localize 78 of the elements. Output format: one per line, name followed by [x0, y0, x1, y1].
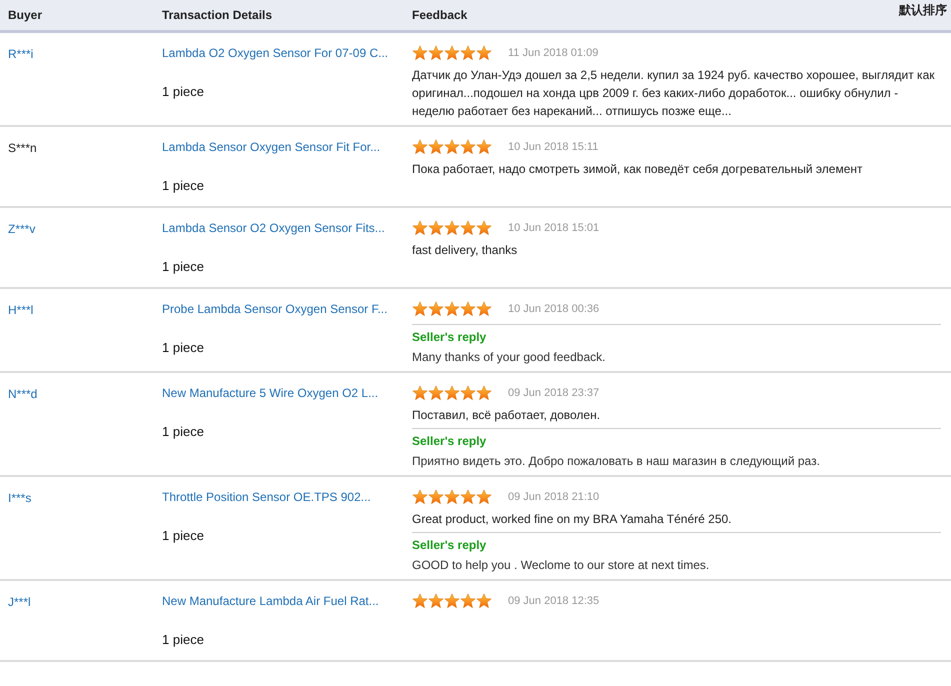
star-icon: [460, 593, 476, 609]
feedback-comment: Пока работает, надо смотреть зимой, как поведёт себя догревательный элемент: [412, 161, 864, 178]
buyer-name: S***n: [8, 141, 37, 155]
star-icon: [444, 139, 460, 155]
quantity-text: 1 piece: [162, 178, 204, 193]
feedback-comment: Great product, worked fine on my BRA Yamaha Ténéré 250.: [412, 511, 733, 528]
column-header: Feedback: [412, 8, 468, 22]
star-icon: [428, 139, 444, 155]
star-icon: [444, 489, 460, 505]
feedback-comment: Датчик до Улан-Удэ дошел за 2,5 недели. купил за 1924 руб. качество хорошее, выглядит как оригинал...подошел на хонда црв 2009 г. без каких-либо доработок... ошибку обнулил - неделю работает без нареканий... отпишусь позже еще...: [412, 67, 936, 120]
product-link[interactable]: New Manufacture 5 Wire Oxygen O2 L...: [162, 386, 378, 400]
buyer-name-link[interactable]: N***d: [8, 387, 38, 401]
feedback-date: 10 Jun 2018 15:01: [508, 222, 600, 234]
sort-link[interactable]: 默认排序: [899, 2, 947, 19]
product-link[interactable]: Lambda O2 Oxygen Sensor For 07-09 C...: [162, 46, 388, 60]
star-icon: [460, 139, 476, 155]
product-link[interactable]: Lambda Sensor Oxygen Sensor Fit For...: [162, 140, 380, 154]
product-link[interactable]: Lambda Sensor O2 Oxygen Sensor Fits...: [162, 221, 385, 235]
buyer-name-link[interactable]: H***l: [8, 303, 34, 317]
star-icon: [412, 489, 428, 505]
quantity-text: 1 piece: [162, 84, 204, 99]
star-icon: [444, 385, 460, 401]
column-header: Transaction Details: [162, 8, 274, 22]
star-icon: [476, 301, 492, 317]
seller-reply-text: Приятно видеть это. Добро пожаловать в наш магазин в следующий раз.: [412, 453, 821, 470]
star-icon: [476, 385, 492, 401]
star-icon: [428, 385, 444, 401]
column-header: Buyer: [7, 8, 44, 22]
feedback-date: 09 Jun 2018 23:37: [508, 387, 600, 399]
seller-reply-label: Seller's reply: [412, 537, 488, 554]
seller-reply-label: Seller's reply: [412, 329, 488, 346]
star-icon: [412, 593, 428, 609]
quantity-text: 1 piece: [162, 424, 204, 439]
feedback-date: 09 Jun 2018 12:35: [508, 595, 600, 607]
star-icon: [476, 139, 492, 155]
star-icon: [460, 489, 476, 505]
feedback-date: 11 Jun 2018 01:09: [508, 47, 598, 59]
feedback-date: 10 Jun 2018 00:36: [508, 303, 600, 315]
star-icon: [428, 301, 444, 317]
buyer-name-link[interactable]: Z***v: [8, 222, 36, 236]
star-icon: [460, 385, 476, 401]
feedback-comment: Поставил, всё работает, доволен.: [412, 407, 602, 424]
star-icon: [444, 301, 460, 317]
feedback-date: 10 Jun 2018 15:11: [508, 141, 598, 153]
quantity-text: 1 piece: [162, 259, 204, 274]
seller-reply-text: GOOD to help you . Weclome to our store at next times.: [412, 557, 710, 574]
star-icon: [444, 593, 460, 609]
star-icon: [428, 593, 444, 609]
star-icon: [476, 593, 492, 609]
buyer-name-link[interactable]: I***s: [8, 491, 32, 505]
feedback-comment: fast delivery, thanks: [412, 242, 518, 259]
star-icon: [476, 220, 492, 236]
star-icon: [444, 45, 460, 61]
star-icon: [428, 45, 444, 61]
quantity-text: 1 piece: [162, 340, 204, 355]
star-icon: [412, 45, 428, 61]
quantity-text: 1 piece: [162, 528, 204, 543]
quantity-text: 1 piece: [162, 632, 204, 647]
star-icon: [460, 45, 476, 61]
star-icon: [428, 220, 444, 236]
star-icon: [460, 301, 476, 317]
buyer-name-link[interactable]: R***i: [8, 47, 34, 61]
star-icon: [428, 489, 444, 505]
buyer-name-link[interactable]: J***l: [8, 595, 31, 609]
product-link[interactable]: Throttle Position Sensor OE.TPS 902...: [162, 490, 371, 504]
star-icon: [476, 45, 492, 61]
star-icon: [412, 220, 428, 236]
product-link[interactable]: New Manufacture Lambda Air Fuel Rat...: [162, 594, 379, 608]
star-icon: [444, 220, 460, 236]
feedback-date: 09 Jun 2018 21:10: [508, 491, 600, 503]
star-icon: [412, 385, 428, 401]
seller-reply-text: Many thanks of your good feedback.: [412, 349, 606, 366]
star-icon: [476, 489, 492, 505]
product-link[interactable]: Probe Lambda Sensor Oxygen Sensor F...: [162, 302, 388, 316]
star-icon: [460, 220, 476, 236]
star-icon: [412, 301, 428, 317]
seller-reply-label: Seller's reply: [412, 433, 488, 450]
star-icon: [412, 139, 428, 155]
